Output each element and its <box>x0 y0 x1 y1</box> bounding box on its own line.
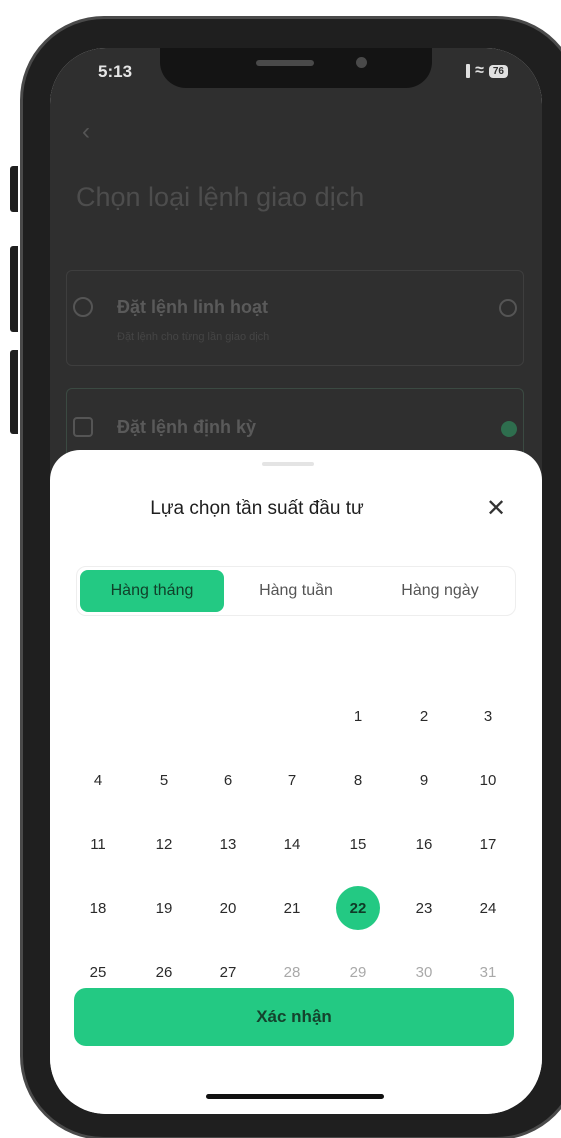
calendar-day[interactable]: 16 <box>402 822 446 866</box>
calendar-day[interactable]: 21 <box>270 886 314 930</box>
calendar-day[interactable]: 13 <box>206 822 250 866</box>
battery-icon: 76 <box>488 64 508 78</box>
option-flexible-order[interactable]: Đặt lệnh linh hoạt Đặt lệnh cho từng lần… <box>66 270 524 366</box>
calendar-day[interactable]: 11 <box>76 822 120 866</box>
calendar-icon <box>73 417 93 437</box>
status-icons: ≈ 76 <box>466 62 508 80</box>
calendar-day[interactable]: 9 <box>402 758 446 802</box>
home-indicator <box>206 1094 384 1099</box>
option-subtitle: Đặt lệnh cho từng lần giao dịch <box>117 331 270 343</box>
side-button-volume-down <box>10 350 18 434</box>
calendar-day[interactable]: 22 <box>336 886 380 930</box>
calendar-day[interactable]: 15 <box>336 822 380 866</box>
side-button-silent <box>10 166 18 212</box>
radio-unselected[interactable] <box>499 299 517 317</box>
calendar-day[interactable]: 12 <box>142 822 186 866</box>
calendar-day[interactable]: 19 <box>142 886 186 930</box>
clock-icon <box>73 297 93 317</box>
status-time: 5:13 <box>98 62 133 81</box>
notch <box>160 48 432 88</box>
phone-screen: 5:13 ≈ 76 ‹ Chọn loại lệnh giao dịch Đặt… <box>50 48 542 1114</box>
calendar-day[interactable]: 6 <box>206 758 250 802</box>
calendar-day[interactable]: 18 <box>76 886 120 930</box>
background-app: 5:13 ≈ 76 ‹ Chọn loại lệnh giao dịch Đặt… <box>50 48 542 498</box>
front-camera <box>356 57 367 68</box>
calendar-day[interactable]: 17 <box>466 822 510 866</box>
radio-selected[interactable] <box>501 421 517 437</box>
tab-weekly[interactable]: Hàng tuần <box>224 570 368 612</box>
speaker-grille <box>256 60 314 66</box>
sheet-grabber[interactable] <box>262 462 314 466</box>
calendar-day[interactable]: 1 <box>336 694 380 738</box>
calendar-day[interactable]: 4 <box>76 758 120 802</box>
calendar-day[interactable]: 14 <box>270 822 314 866</box>
side-button-volume-up <box>10 246 18 332</box>
calendar-day[interactable]: 24 <box>466 886 510 930</box>
calendar-day[interactable]: 3 <box>466 694 510 738</box>
sheet-title: Lựa chọn tần suất đầu tư <box>150 498 364 519</box>
frequency-bottom-sheet: Lựa chọn tần suất đầu tư ✕ Hàng tháng Hà… <box>50 450 542 1114</box>
tab-monthly[interactable]: Hàng tháng <box>80 570 224 612</box>
calendar-day[interactable]: 2 <box>402 694 446 738</box>
signal-icon <box>466 64 471 78</box>
calendar-day[interactable]: 23 <box>402 886 446 930</box>
chevron-left-icon[interactable]: ‹ <box>82 118 90 146</box>
calendar-day[interactable]: 10 <box>466 758 510 802</box>
page-title: Chọn loại lệnh giao dịch <box>76 182 365 212</box>
option-title: Đặt lệnh định kỳ <box>117 417 257 437</box>
frequency-segmented-control: Hàng tháng Hàng tuần Hàng ngày <box>76 566 516 616</box>
calendar-day[interactable]: 20 <box>206 886 250 930</box>
calendar-day[interactable]: 7 <box>270 758 314 802</box>
option-title: Đặt lệnh linh hoạt <box>117 297 268 317</box>
calendar-day[interactable]: 5 <box>142 758 186 802</box>
close-icon[interactable]: ✕ <box>486 494 506 523</box>
calendar-day[interactable]: 8 <box>336 758 380 802</box>
wifi-icon: ≈ <box>475 62 484 79</box>
confirm-button[interactable]: Xác nhận <box>74 988 514 1046</box>
tab-daily[interactable]: Hàng ngày <box>368 570 512 612</box>
